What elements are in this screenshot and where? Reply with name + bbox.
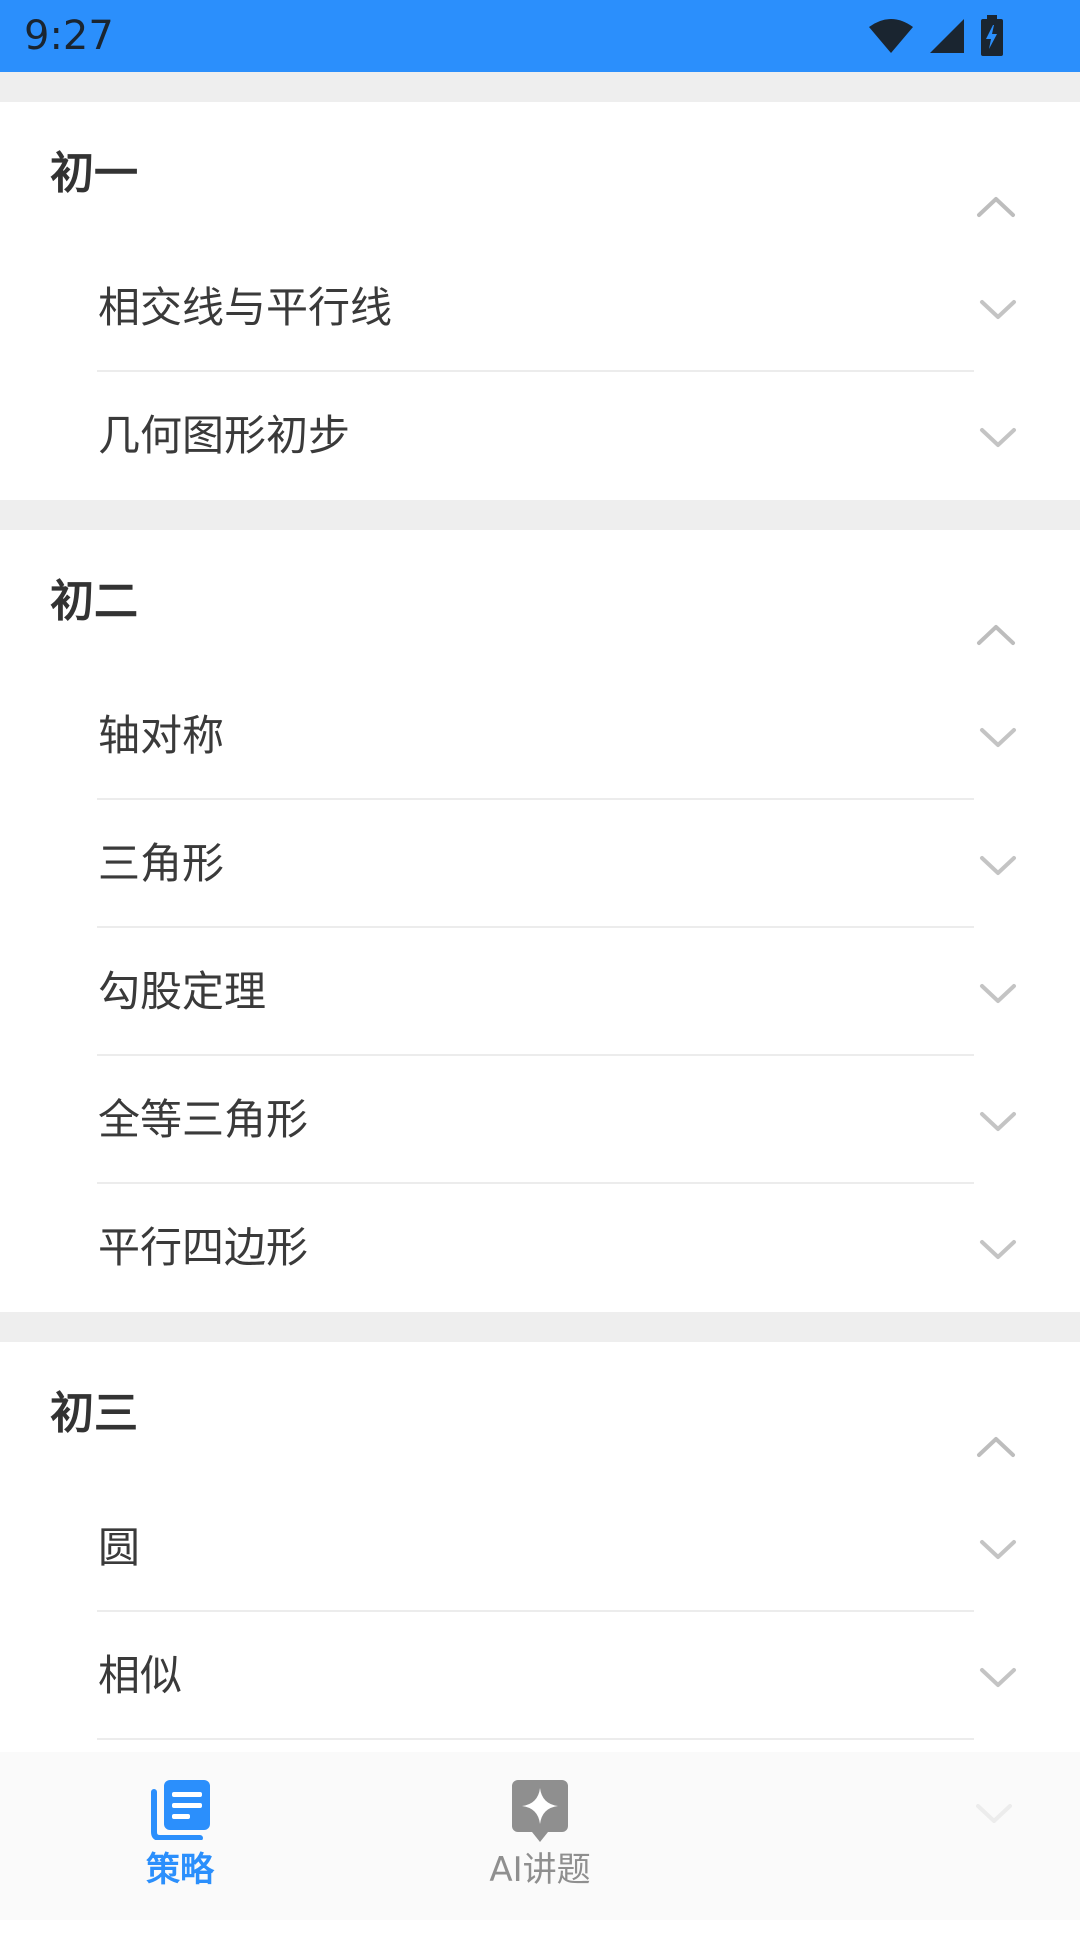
chevron-down-icon: [976, 1804, 1012, 1823]
item-label: 全等三角形: [98, 1095, 309, 1144]
list-item[interactable]: 相交线与平行线: [0, 244, 1080, 372]
section-header[interactable]: 初一: [0, 102, 1080, 244]
status-bar: 9:27: [0, 0, 1080, 72]
item-label: 圆: [98, 1523, 141, 1572]
item-label: 平行四边形: [98, 1223, 309, 1272]
list-item[interactable]: 相似: [0, 1612, 1080, 1740]
section-title: 初二: [50, 576, 138, 627]
list-item[interactable]: 圆: [0, 1484, 1080, 1612]
chevron-up-icon[interactable]: [976, 622, 1016, 646]
chevron-down-icon[interactable]: [978, 726, 1018, 750]
chevron-down-icon[interactable]: [978, 854, 1018, 878]
chevron-down-icon[interactable]: [978, 982, 1018, 1006]
topic-list: 初一 相交线与平行线 几何图形初步 初二 轴对称 三角形 勾股定理 全等三角形 …: [0, 72, 1080, 1940]
tab-strategy[interactable]: 策略: [80, 1752, 280, 1920]
ai-sparkle-icon: [512, 1780, 568, 1842]
item-label: 轴对称: [98, 711, 225, 760]
item-label: 相交线与平行线: [98, 283, 393, 332]
status-time: 9:27: [24, 13, 114, 59]
bottom-nav: 策略 AI讲题: [0, 1752, 1080, 1920]
section-title: 初三: [50, 1388, 138, 1439]
list-item[interactable]: 三角形: [0, 800, 1080, 928]
chevron-down-icon[interactable]: [978, 1238, 1018, 1262]
chevron-down-icon[interactable]: [978, 298, 1018, 322]
strategy-doc-icon: [151, 1780, 210, 1840]
item-label: 几何图形初步: [98, 411, 351, 460]
item-label: 勾股定理: [98, 967, 267, 1016]
cellular-signal-icon: [930, 19, 964, 53]
chevron-down-icon[interactable]: [978, 1110, 1018, 1134]
section-grade-7: 初一 相交线与平行线 几何图形初步: [0, 102, 1080, 500]
list-item[interactable]: 轴对称: [0, 672, 1080, 800]
list-item[interactable]: 几何图形初步: [0, 372, 1080, 500]
item-label: 相似: [98, 1651, 183, 1700]
tab-ai-explain[interactable]: AI讲题: [440, 1752, 640, 1920]
section-header[interactable]: 初三: [0, 1342, 1080, 1484]
chevron-up-icon[interactable]: [976, 1434, 1016, 1458]
chevron-down-icon[interactable]: [978, 1538, 1018, 1562]
list-item[interactable]: 平行四边形: [0, 1184, 1080, 1312]
chevron-up-icon[interactable]: [976, 194, 1016, 218]
chevron-down-icon[interactable]: [978, 1666, 1018, 1690]
item-label: 三角形: [98, 839, 225, 888]
section-grade-8: 初二 轴对称 三角形 勾股定理 全等三角形 平行四边形: [0, 530, 1080, 1312]
section-title: 初一: [50, 148, 138, 199]
section-header[interactable]: 初二: [0, 530, 1080, 672]
wifi-icon: [869, 19, 913, 53]
status-icons: [868, 14, 1004, 58]
list-item[interactable]: 全等三角形: [0, 1056, 1080, 1184]
battery-charging-icon: [981, 15, 1003, 56]
list-item[interactable]: 勾股定理: [0, 928, 1080, 1056]
tab-label: 策略: [146, 1850, 214, 1890]
chevron-down-icon[interactable]: [978, 426, 1018, 450]
tab-label: AI讲题: [489, 1850, 591, 1890]
